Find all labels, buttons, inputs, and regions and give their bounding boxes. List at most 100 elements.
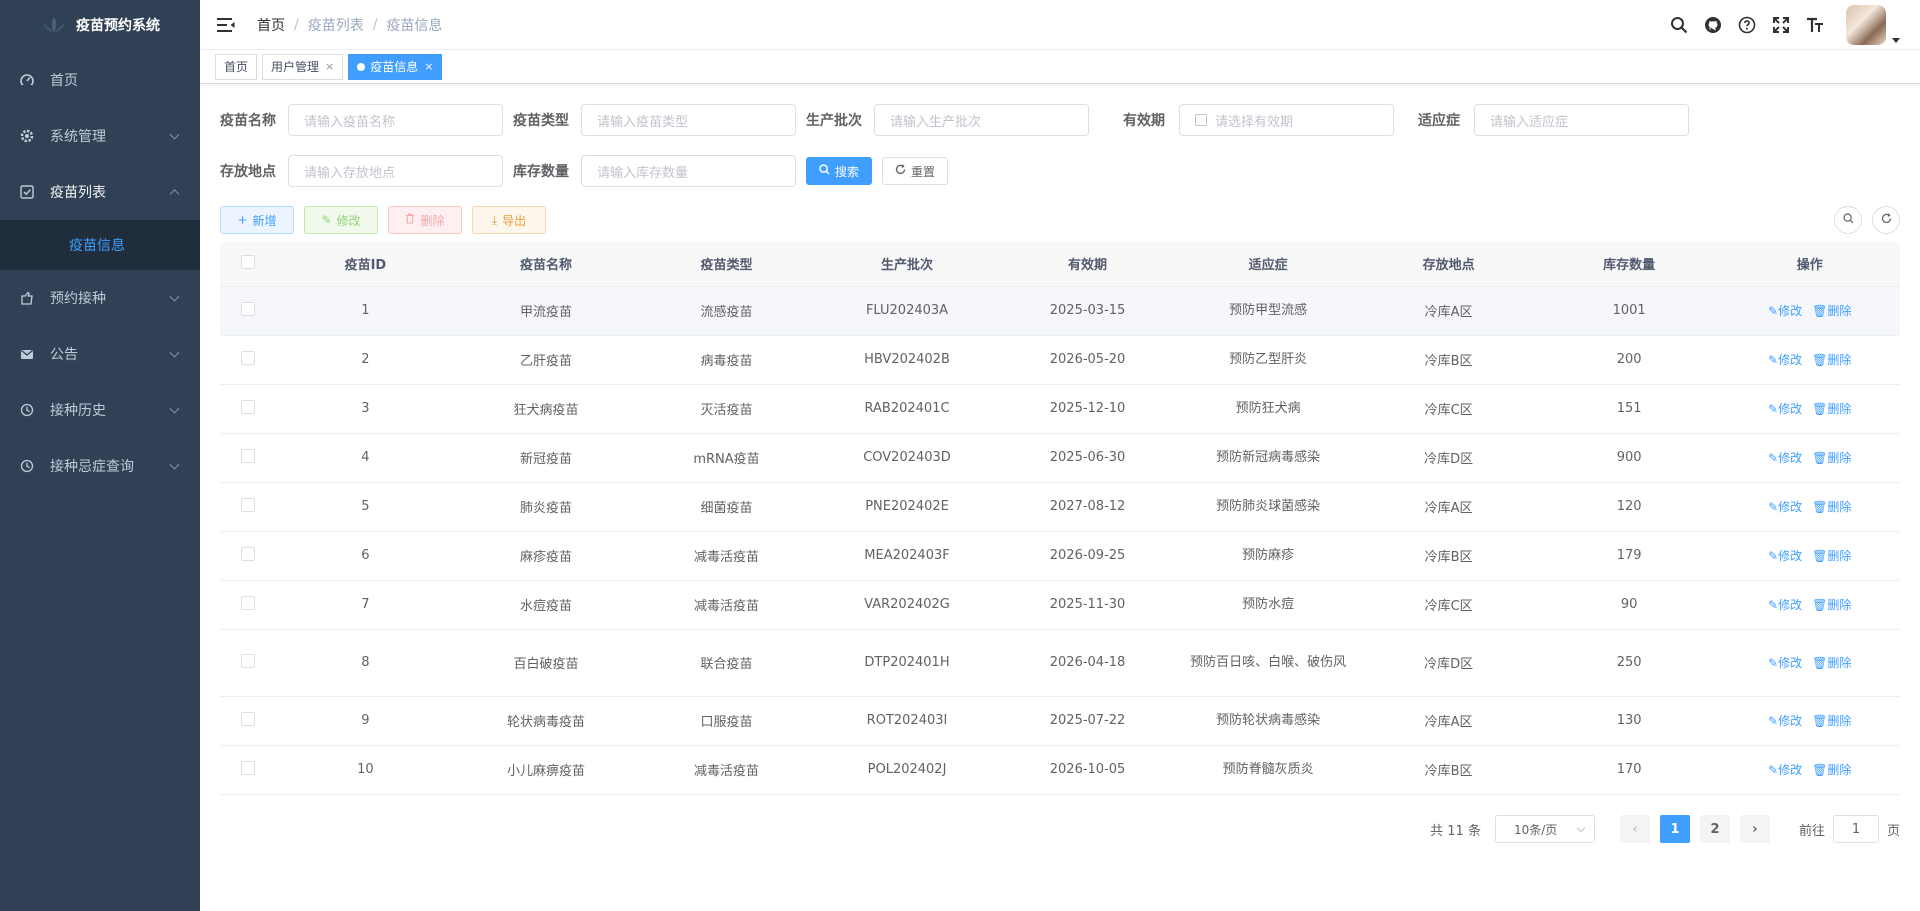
add-button[interactable]: + 新增 (220, 206, 294, 234)
github-icon[interactable] (1704, 16, 1722, 34)
row-checkbox[interactable] (220, 531, 276, 581)
table-cell: HBV202402B (816, 335, 998, 385)
row-actions: ✎修改 🗑删除 (1719, 433, 1900, 483)
tag-vaccine-info[interactable]: 疫苗信息 × (348, 53, 443, 80)
export-button[interactable]: ⤓ 导出 (472, 206, 546, 234)
sidebar-item-home[interactable]: 首页 (0, 52, 200, 108)
table-row: 2 乙肝疫苗 病毒疫苗 HBV202402B 2026-05-20 预防乙型肝炎 冷库B区 2… (220, 335, 1900, 385)
help-icon[interactable] (1738, 16, 1756, 34)
select-all-checkbox[interactable] (220, 242, 276, 287)
sidebar-item-system[interactable]: 系统管理 (0, 108, 200, 164)
toggle-search-button[interactable] (1834, 206, 1862, 234)
row-edit-button[interactable]: ✎修改 (1768, 656, 1802, 670)
refresh-table-button[interactable] (1872, 206, 1900, 234)
close-icon[interactable]: × (325, 60, 334, 73)
row-checkbox[interactable] (220, 580, 276, 630)
delete-button[interactable]: 删除 (388, 206, 462, 234)
row-checkbox[interactable] (220, 745, 276, 795)
row-edit-button[interactable]: ✎修改 (1768, 714, 1802, 728)
row-edit-button[interactable]: ✎修改 (1768, 549, 1802, 563)
batch-input[interactable]: 请输入生产批次 (874, 104, 1089, 136)
sidebar-item-label: 接种历史 (50, 403, 106, 419)
row-edit-button[interactable]: ✎修改 (1768, 353, 1802, 367)
row-checkbox[interactable] (220, 286, 276, 336)
next-page-button[interactable]: › (1739, 815, 1770, 843)
sidebar-item-label: 系统管理 (50, 129, 106, 145)
row-delete-button[interactable]: 🗑删除 (1812, 656, 1851, 670)
font-size-icon[interactable] (1806, 16, 1824, 34)
row-delete-button[interactable]: 🗑删除 (1812, 598, 1851, 612)
row-checkbox[interactable] (220, 629, 276, 697)
row-edit-button[interactable]: ✎修改 (1768, 402, 1802, 416)
page-size-select[interactable]: 10条/页 (1494, 815, 1595, 843)
expiry-date-picker[interactable]: 请选择有效期 (1179, 104, 1394, 136)
row-edit-button[interactable]: ✎修改 (1768, 763, 1802, 777)
table-cell: 2025-07-22 (997, 696, 1178, 746)
sidebar-item-contraindication[interactable]: 接种忌症查询 (0, 438, 200, 494)
search-icon[interactable] (1670, 16, 1688, 34)
row-delete-button[interactable]: 🗑删除 (1812, 549, 1851, 563)
row-delete-button[interactable]: 🗑删除 (1812, 353, 1851, 367)
sidebar-item-label: 接种忌症查询 (50, 459, 134, 475)
row-edit-label: 修改 (1778, 304, 1803, 318)
table-cell: 2 (275, 335, 456, 385)
prev-page-button[interactable]: ‹ (1619, 815, 1650, 843)
hamburger-icon[interactable] (217, 17, 235, 33)
table-cell: 预防乙型肝炎 (1177, 335, 1359, 385)
reset-button[interactable]: 重置 (882, 157, 949, 185)
table-cell: 甲流疫苗 (455, 286, 637, 336)
sidebar-item-notice[interactable]: 公告 (0, 326, 200, 382)
row-edit-button[interactable]: ✎修改 (1768, 451, 1802, 465)
tag-home[interactable]: 首页 (215, 53, 258, 80)
row-edit-button[interactable]: ✎修改 (1768, 500, 1802, 514)
row-delete-button[interactable]: 🗑删除 (1812, 304, 1851, 318)
table-cell: 90 (1538, 580, 1720, 630)
table-cell: 900 (1538, 433, 1720, 483)
fullscreen-icon[interactable] (1772, 16, 1790, 34)
search-button[interactable]: 搜索 (806, 157, 873, 185)
tag-user-management[interactable]: 用户管理 × (262, 53, 344, 80)
toolbar: + 新增 ✎ 修改 删除 ⤓ 导出 (220, 206, 1900, 234)
avatar-dropdown[interactable] (1846, 5, 1900, 45)
stock-input[interactable]: 请输入库存数量 (581, 155, 796, 187)
row-checkbox[interactable] (220, 335, 276, 385)
row-delete-button[interactable]: 🗑删除 (1812, 402, 1851, 416)
row-edit-button[interactable]: ✎修改 (1768, 598, 1802, 612)
row-actions: ✎修改 🗑删除 (1719, 696, 1900, 746)
row-edit-button[interactable]: ✎修改 (1768, 304, 1802, 318)
sidebar-subitem-vaccine-info[interactable]: 疫苗信息 (0, 220, 200, 270)
row-checkbox[interactable] (220, 433, 276, 483)
indication-input[interactable]: 请输入适应症 (1474, 104, 1689, 136)
vaccine-name-input[interactable]: 请输入疫苗名称 (288, 104, 503, 136)
sidebar-item-vaccine-list[interactable]: 疫苗列表 (0, 164, 200, 220)
table-cell: 8 (275, 629, 456, 697)
delete-button-label: 删除 (420, 213, 445, 228)
row-checkbox[interactable] (220, 482, 276, 532)
goto-page-input[interactable]: 1 (1832, 815, 1879, 843)
row-delete-button[interactable]: 🗑删除 (1812, 714, 1851, 728)
location-input[interactable]: 请输入存放地点 (288, 155, 503, 187)
row-checkbox[interactable] (220, 696, 276, 746)
vaccine-type-input[interactable]: 请输入疫苗类型 (581, 104, 796, 136)
edit-button[interactable]: ✎ 修改 (304, 206, 378, 234)
row-actions: ✎修改 🗑删除 (1719, 745, 1900, 795)
sidebar-item-appointment[interactable]: 预约接种 (0, 270, 200, 326)
avatar[interactable] (1846, 5, 1886, 45)
close-icon[interactable]: × (424, 60, 433, 73)
table-row: 7 水痘疫苗 减毒活疫苗 VAR202402G 2025-11-30 预防水痘 冷库C区 90… (220, 580, 1900, 630)
page-button-1[interactable]: 1 (1659, 815, 1690, 843)
table-cell: 170 (1538, 745, 1720, 795)
row-delete-button[interactable]: 🗑删除 (1812, 763, 1851, 777)
row-delete-button[interactable]: 🗑删除 (1812, 500, 1851, 514)
table-cell: 7 (275, 580, 456, 630)
breadcrumb-separator: / (372, 16, 378, 33)
breadcrumb-item-home[interactable]: 首页 (257, 15, 285, 35)
export-button-label: 导出 (502, 213, 527, 228)
field-label: 疫苗类型 (513, 113, 569, 129)
sidebar-item-history[interactable]: 接种历史 (0, 382, 200, 438)
row-delete-button[interactable]: 🗑删除 (1812, 451, 1851, 465)
goto-suffix: 页 (1886, 823, 1900, 839)
field-label: 生产批次 (806, 113, 862, 129)
page-button-2[interactable]: 2 (1699, 815, 1730, 843)
row-checkbox[interactable] (220, 384, 276, 434)
